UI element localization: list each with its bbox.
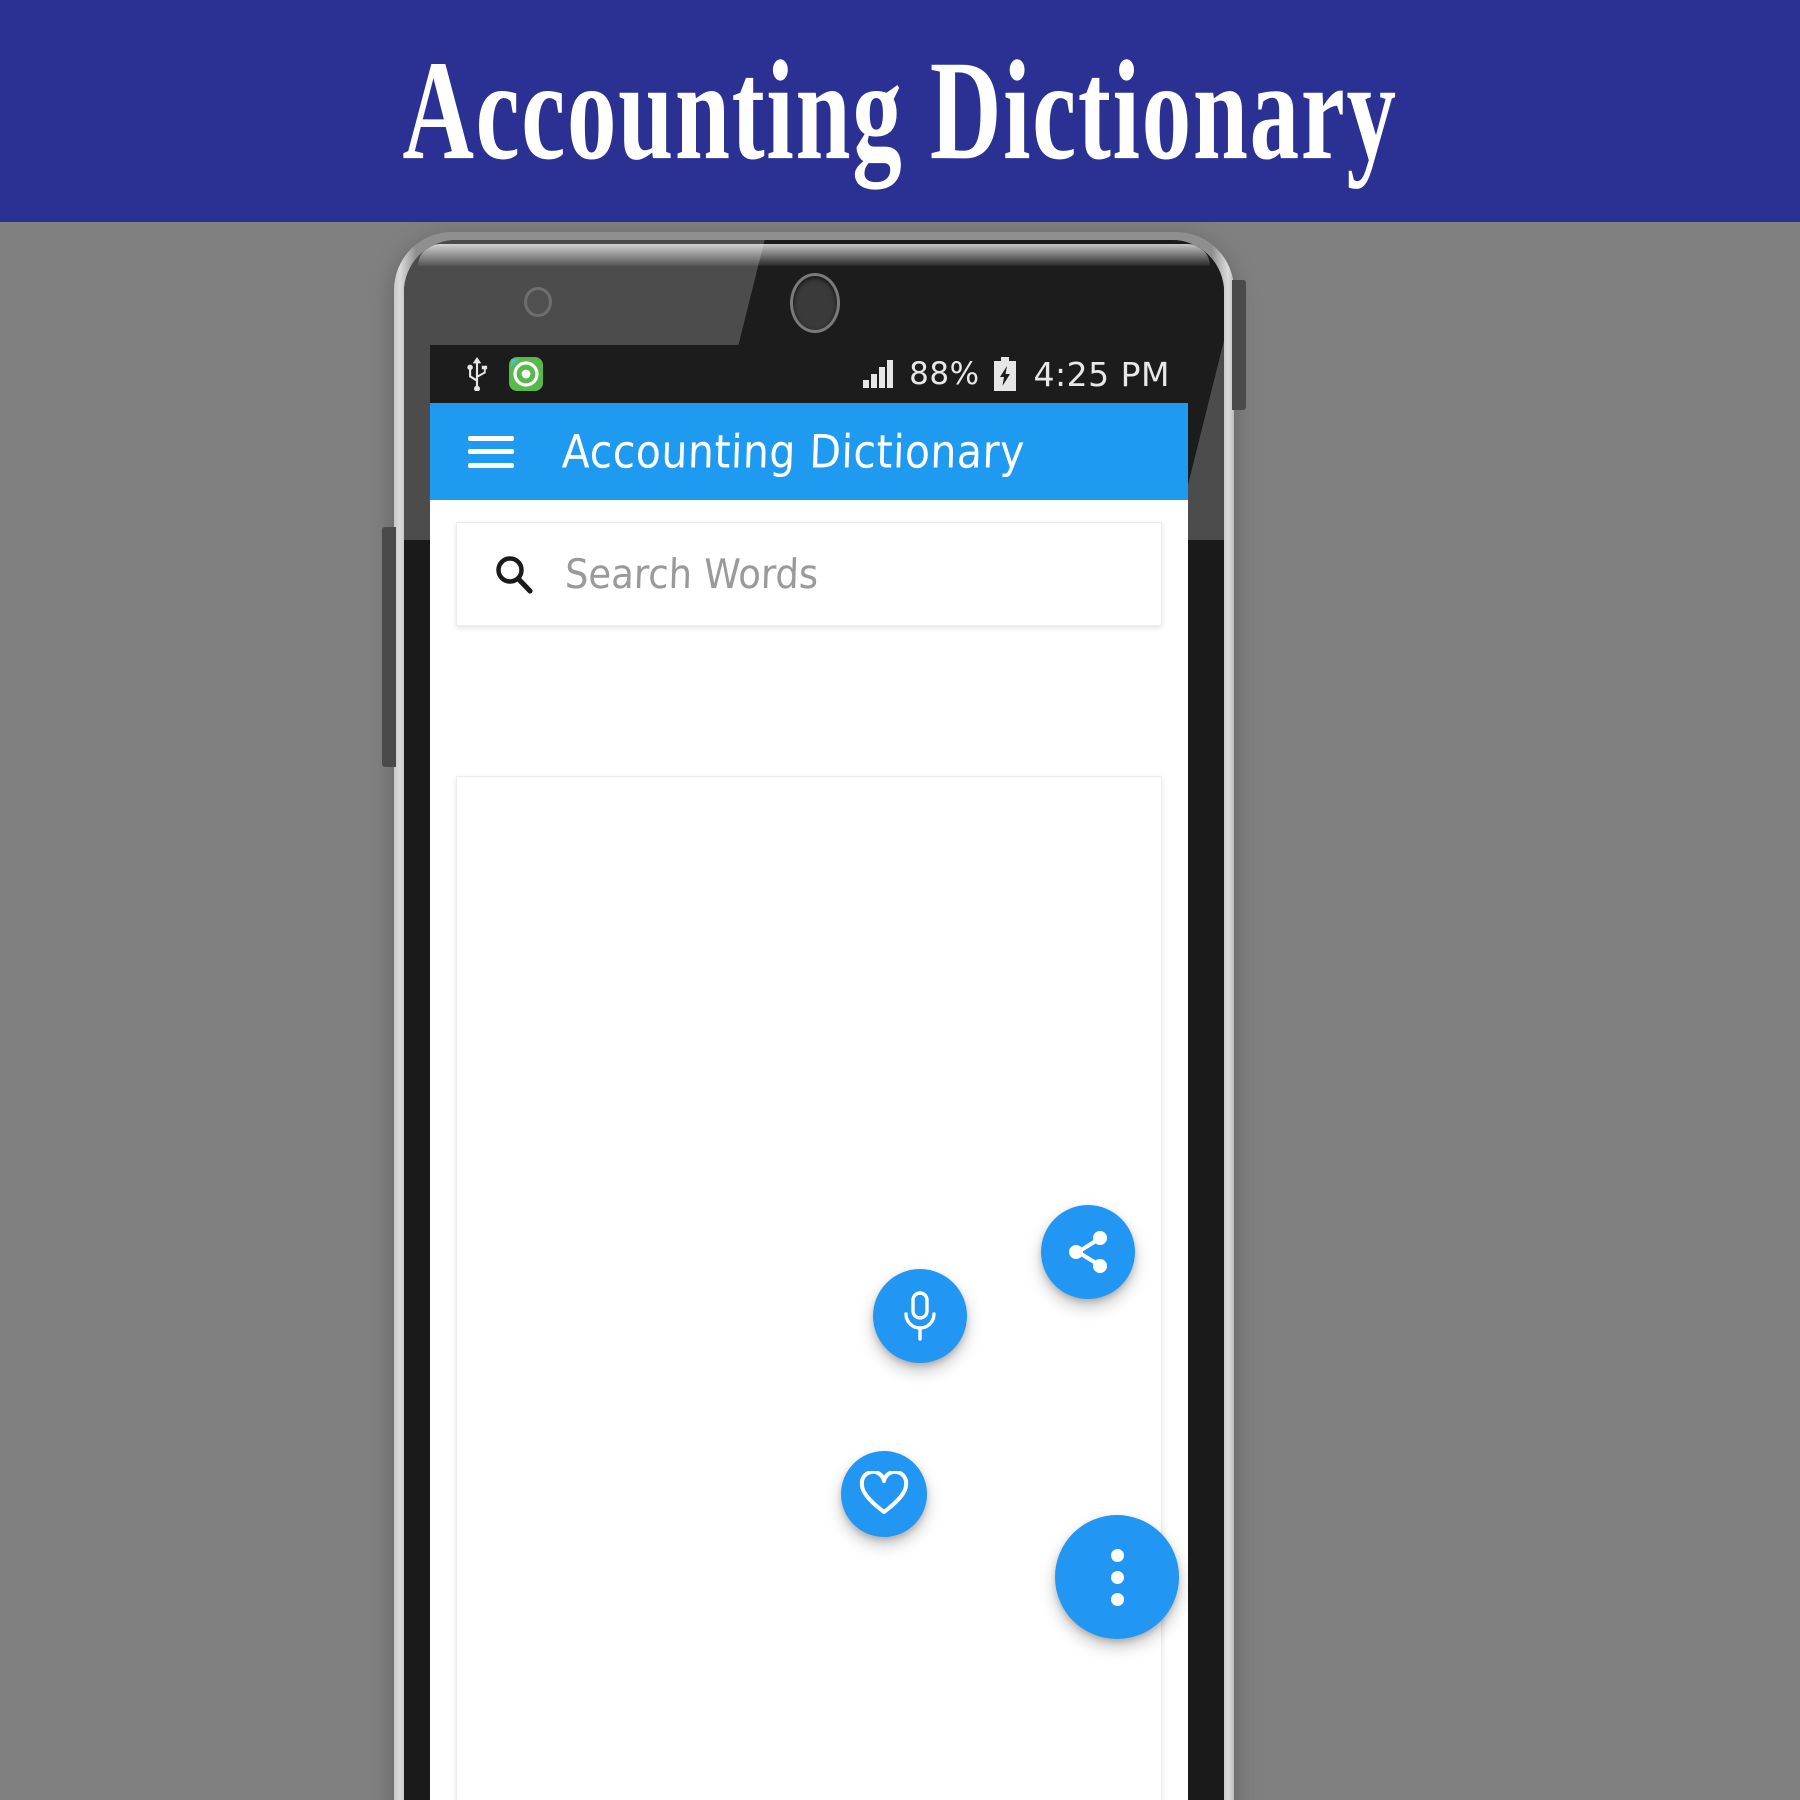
status-bar: 88% 4:25 PM xyxy=(430,345,1188,403)
battery-percent-label: 88% xyxy=(909,356,980,392)
battery-charging-icon xyxy=(993,357,1016,391)
screenshot-stage: Accounting Dictionary 88% 4:25 PM Accoun… xyxy=(0,0,1800,1800)
promo-banner-title: Accounting Dictionary xyxy=(402,31,1398,190)
more-options-fab[interactable] xyxy=(1055,1515,1179,1639)
status-bar-left-icons xyxy=(464,356,544,392)
proximity-sensor-icon xyxy=(524,287,552,317)
front-camera-icon xyxy=(790,273,840,333)
hamburger-menu-icon[interactable] xyxy=(468,435,514,468)
definition-result-card xyxy=(456,776,1179,1800)
signal-bars-icon xyxy=(863,360,894,388)
search-icon xyxy=(496,556,533,594)
app-content-area: Search Words xyxy=(430,522,1188,1800)
volume-rocker-button[interactable] xyxy=(382,527,396,767)
more-vertical-icon xyxy=(1110,1548,1124,1606)
voice-search-fab[interactable] xyxy=(873,1269,967,1363)
green-recording-app-icon xyxy=(509,357,543,391)
phone-screen: 88% 4:25 PM Accounting Dictionary Search… xyxy=(430,345,1188,1800)
microphone-icon xyxy=(904,1291,936,1341)
power-button[interactable] xyxy=(1232,280,1246,410)
bezel-highlight xyxy=(418,244,1210,266)
usb-icon xyxy=(467,357,488,391)
status-bar-right-icons: 88% 4:25 PM xyxy=(863,355,1170,394)
promo-banner: Accounting Dictionary xyxy=(0,0,1800,222)
search-input[interactable]: Search Words xyxy=(456,522,1162,626)
app-bar-title: Accounting Dictionary xyxy=(561,424,1026,479)
favorite-fab[interactable] xyxy=(841,1451,927,1537)
search-placeholder-text: Search Words xyxy=(564,550,820,598)
heart-icon xyxy=(859,1471,909,1514)
status-bar-clock: 4:25 PM xyxy=(1033,354,1170,394)
app-bar: Accounting Dictionary xyxy=(430,403,1188,500)
share-fab[interactable] xyxy=(1041,1205,1135,1299)
share-icon xyxy=(1069,1231,1107,1273)
phone-mockup: 88% 4:25 PM Accounting Dictionary Search… xyxy=(382,232,1246,1800)
